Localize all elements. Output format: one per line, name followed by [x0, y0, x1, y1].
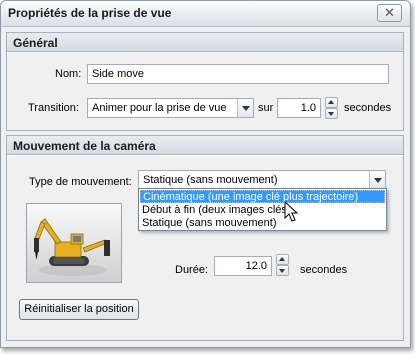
- reset-position-label: Réinitialiser la position: [24, 303, 134, 315]
- camera-section-title: Mouvement de la caméra: [13, 139, 156, 153]
- shot-thumbnail: [26, 203, 122, 283]
- duree-label: Durée:: [175, 264, 209, 276]
- seconds-label: secondes: [344, 102, 392, 114]
- chevron-down-icon[interactable]: [237, 99, 253, 117]
- duree-field[interactable]: 12.0: [214, 256, 272, 276]
- general-section: Général Nom: Side move Transition: Anime…: [6, 32, 404, 131]
- reset-position-button[interactable]: Réinitialiser la position: [19, 299, 139, 320]
- movement-type-label: Type de mouvement:: [29, 176, 132, 188]
- transition-select[interactable]: Animer pour la prise de vue: [87, 98, 254, 118]
- duree-stepper[interactable]: [276, 254, 289, 276]
- sur-label: sur: [258, 102, 274, 114]
- spin-up-icon[interactable]: [276, 254, 289, 265]
- dropdown-option-debut-a-fin[interactable]: Début à fin (deux images clés): [140, 204, 385, 217]
- spin-up-icon[interactable]: [325, 97, 338, 108]
- movement-type-select[interactable]: Statique (sans mouvement): [138, 170, 386, 190]
- transition-duration-field[interactable]: 1.0: [277, 98, 321, 118]
- mouse-cursor-icon: [284, 201, 299, 222]
- dialog-title: Propriétés de la prise de vue: [8, 6, 172, 20]
- transition-value: Animer pour la prise de vue: [92, 102, 227, 114]
- dropdown-option-cinematique[interactable]: Cinématique (une image clé plus trajecto…: [140, 190, 385, 203]
- excavator-icon: [34, 218, 110, 276]
- properties-dialog: Propriétés de la prise de vue ✕ Général …: [0, 0, 411, 348]
- name-value: Side move: [92, 68, 144, 80]
- close-button[interactable]: ✕: [377, 4, 402, 22]
- general-section-header: Général: [7, 33, 403, 52]
- close-icon: ✕: [384, 5, 395, 20]
- transition-label: Transition:: [28, 102, 79, 114]
- general-section-body: Nom: Side move Transition: Animer pour l…: [7, 53, 403, 130]
- name-field[interactable]: Side move: [87, 64, 389, 84]
- dropdown-option-statique[interactable]: Statique (sans mouvement): [140, 217, 385, 230]
- camera-section-header: Mouvement de la caméra: [7, 136, 403, 155]
- transition-duration-stepper[interactable]: [325, 97, 338, 119]
- general-section-title: Général: [13, 36, 58, 50]
- duree-value: 12.0: [245, 260, 267, 272]
- duree-seconds-label: secondes: [300, 264, 348, 276]
- spin-down-icon[interactable]: [325, 108, 338, 119]
- title-bar: Propriétés de la prise de vue ✕: [1, 1, 410, 27]
- chevron-down-icon[interactable]: [369, 171, 385, 189]
- movement-type-value: Statique (sans mouvement): [143, 174, 278, 186]
- name-label: Nom:: [55, 68, 82, 80]
- transition-duration-value: 1.0: [300, 102, 316, 114]
- spin-down-icon[interactable]: [276, 265, 289, 276]
- movement-type-dropdown-list[interactable]: Cinématique (une image clé plus trajecto…: [138, 188, 387, 231]
